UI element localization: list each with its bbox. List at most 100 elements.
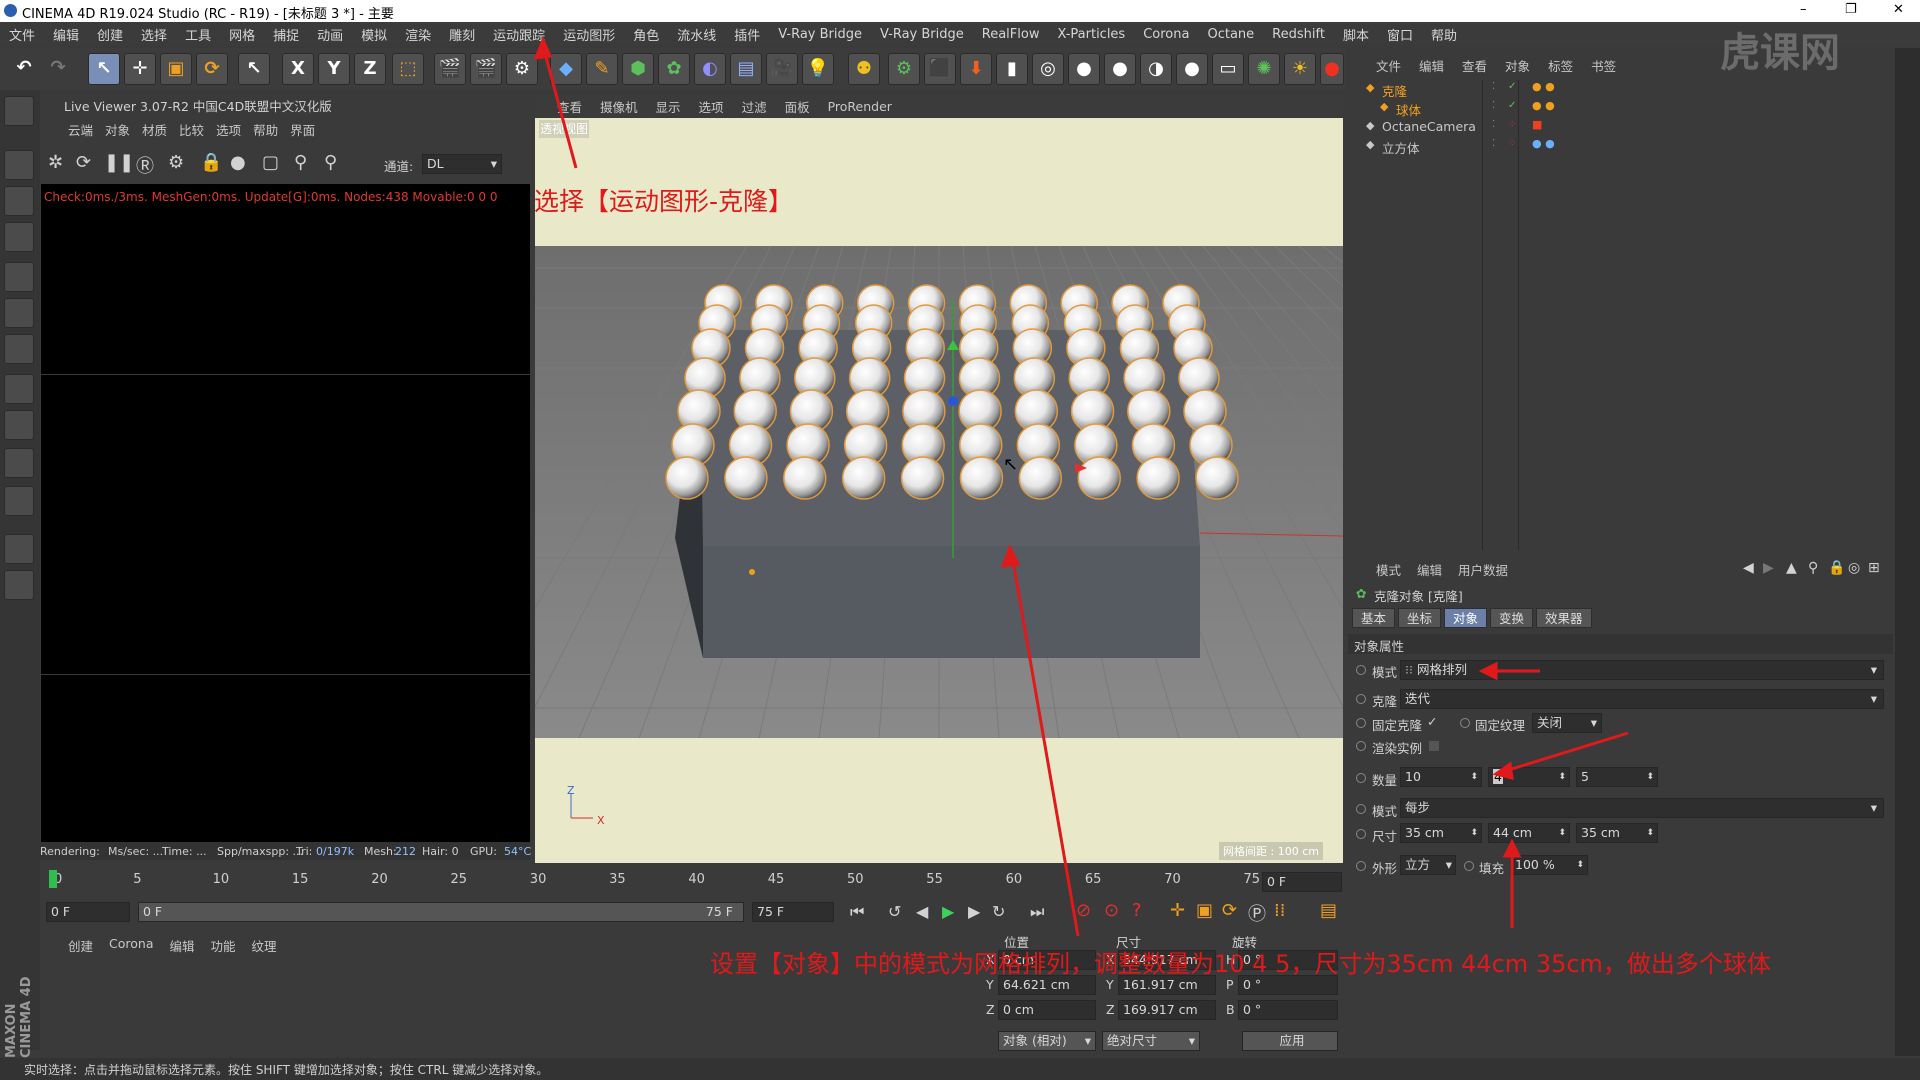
menu-item[interactable]: 插件 xyxy=(725,25,769,44)
model-mode-icon[interactable] xyxy=(4,150,34,180)
menu-item[interactable]: 流水线 xyxy=(668,25,725,44)
size-field[interactable]: 169.917 cm xyxy=(1118,1000,1216,1020)
menu-item[interactable]: 工具 xyxy=(176,25,220,44)
pen-spline-icon[interactable]: ✎ xyxy=(586,53,618,85)
viewport-menu-item[interactable]: ProRender xyxy=(828,99,892,114)
render-instance-checkbox[interactable] xyxy=(1429,741,1439,751)
lock-workplane-icon[interactable] xyxy=(4,570,34,600)
menu-item[interactable]: 编辑 xyxy=(44,25,88,44)
count-z-field[interactable]: 5 ⬍ xyxy=(1576,767,1658,787)
viewport-menu-item[interactable]: 显示 xyxy=(656,97,681,116)
pick-focus-icon[interactable]: ⚲ xyxy=(294,152,307,173)
tag-icon[interactable]: ● ● xyxy=(1532,137,1555,150)
count-radio[interactable] xyxy=(1356,773,1366,783)
new-panel-icon[interactable]: ⊞ xyxy=(1868,560,1880,576)
menu-item[interactable]: Octane xyxy=(1198,27,1263,42)
key-scale-icon[interactable]: ▣ xyxy=(1196,900,1213,921)
grid-snap-icon[interactable] xyxy=(4,534,34,564)
region-render-icon[interactable]: Ⓡ xyxy=(136,152,154,178)
menu-item[interactable]: 创建 xyxy=(88,25,132,44)
next-frame-icon[interactable]: ▶ xyxy=(968,902,980,921)
attribute-menu-item[interactable]: 编辑 xyxy=(1417,560,1442,579)
reset-icon[interactable]: ✲ xyxy=(48,152,63,173)
material-ball-icon[interactable]: ● xyxy=(230,152,246,173)
key-position-icon[interactable]: ✛ xyxy=(1170,900,1185,921)
points-mode-icon[interactable] xyxy=(4,262,34,292)
menu-item[interactable]: Corona xyxy=(1134,27,1198,42)
size-mode-select[interactable]: 绝对尺寸 ▾ xyxy=(1102,1031,1200,1051)
apply-button[interactable]: 应用 xyxy=(1242,1031,1338,1051)
snap-icon[interactable] xyxy=(4,448,34,478)
visibility-toggle-icon[interactable]: ⁚ xyxy=(1492,100,1495,111)
key-rotation-icon[interactable]: ⟳ xyxy=(1222,900,1237,921)
menu-item[interactable]: 捕捉 xyxy=(264,25,308,44)
menu-item[interactable]: RealFlow xyxy=(973,27,1049,42)
object-row[interactable]: ◆ OctaneCamera ⁚ ⁘ ■ xyxy=(1354,118,1874,137)
size-radio[interactable] xyxy=(1356,829,1366,839)
material-menu-item[interactable]: Corona xyxy=(109,936,153,955)
render-settings-icon[interactable]: ⚙ xyxy=(506,53,538,85)
visibility-toggle-icon[interactable]: ⁚ xyxy=(1492,119,1495,130)
tag-icon[interactable]: ■ xyxy=(1532,118,1542,131)
object-row[interactable]: ◆ 克隆 ⁚ ✓ ● ● xyxy=(1354,80,1874,99)
object-menu-item[interactable]: 标签 xyxy=(1548,56,1573,75)
size-x-field[interactable]: 35 cm ⬍ xyxy=(1400,823,1482,843)
menu-item[interactable]: 帮助 xyxy=(1422,25,1466,44)
auto-key-icon[interactable]: ⊙ xyxy=(1104,900,1119,921)
camera-icon[interactable]: 🎥 xyxy=(766,53,798,85)
material-sphere-1-icon[interactable]: ● xyxy=(1068,53,1100,85)
range-slider[interactable]: 0 F 75 F xyxy=(138,902,744,922)
tab-3[interactable]: 变换 xyxy=(1490,608,1534,628)
menu-item[interactable]: 运动图形 xyxy=(554,25,624,44)
enable-check-icon[interactable]: ✓ xyxy=(1508,100,1516,111)
live-viewer-menu-item[interactable]: 云端 xyxy=(68,120,93,140)
viewport-menu-item[interactable]: 查看 xyxy=(557,97,582,116)
texture-mode-icon[interactable] xyxy=(4,186,34,216)
mode2-select[interactable]: 每步 ▾ xyxy=(1400,798,1884,818)
rotate-tool-icon[interactable]: ⟳ xyxy=(196,53,228,85)
menu-item[interactable]: 文件 xyxy=(0,25,44,44)
object-menu-item[interactable]: 对象 xyxy=(1505,56,1530,75)
cube-primitive-icon[interactable]: ◆ xyxy=(550,53,582,85)
size-z-field[interactable]: 35 cm ⬍ xyxy=(1576,823,1658,843)
lock-icon[interactable]: 🔒 xyxy=(200,152,222,173)
search-icon[interactable]: ⚲ xyxy=(1808,560,1818,576)
position-field[interactable]: 0 cm xyxy=(998,1000,1096,1020)
menu-item[interactable]: 雕刻 xyxy=(440,25,484,44)
menu-item[interactable]: 角色 xyxy=(624,25,668,44)
y-axis-button[interactable]: Y xyxy=(318,53,350,85)
playhead[interactable] xyxy=(49,870,57,888)
record-icon[interactable]: ● xyxy=(1320,53,1344,85)
x-axis-button[interactable]: X xyxy=(282,53,314,85)
live-select-icon[interactable]: ↖ xyxy=(238,53,270,85)
menu-item[interactable]: 渲染 xyxy=(396,25,440,44)
fill-radio[interactable] xyxy=(1464,861,1474,871)
count-y-field[interactable]: 4 ⬍ xyxy=(1488,767,1570,787)
live-viewer-render-area[interactable]: Check:0ms./3ms. MeshGen:0ms. Update[G]:0… xyxy=(41,184,530,844)
frame-icon[interactable]: ▢ xyxy=(262,152,279,173)
floor-icon[interactable]: ▤ xyxy=(730,53,762,85)
lock-icon[interactable]: 🔒 xyxy=(1828,560,1845,576)
select-tool-icon[interactable]: ↖ xyxy=(88,53,120,85)
fix-texture-select[interactable]: 关闭 ▾ xyxy=(1532,713,1602,733)
timeline-settings-icon[interactable]: ▤ xyxy=(1320,900,1337,921)
viewport-menu-item[interactable]: 面板 xyxy=(785,97,810,116)
go-end-icon[interactable]: ⏭ xyxy=(1030,902,1044,922)
max-frame-field[interactable]: 75 F xyxy=(752,902,834,922)
material-menu-item[interactable]: 创建 xyxy=(68,936,93,955)
enable-check-icon[interactable]: ⁘ xyxy=(1508,119,1516,130)
render-view-icon[interactable]: 🎬 xyxy=(434,53,466,85)
material-menu-item[interactable]: 编辑 xyxy=(170,936,195,955)
minimize-button[interactable]: – xyxy=(1800,2,1807,17)
target-icon[interactable]: ◎ xyxy=(1848,560,1860,576)
visibility-toggle-icon[interactable]: ⁚ xyxy=(1492,138,1495,149)
menu-item[interactable]: 模拟 xyxy=(352,25,396,44)
menu-item[interactable]: 选择 xyxy=(132,25,176,44)
viewport-menu-item[interactable]: 摄像机 xyxy=(600,97,638,116)
clone-select[interactable]: 迭代 ▾ xyxy=(1400,689,1884,709)
material-menu-item[interactable]: 纹理 xyxy=(252,936,277,955)
object-menu-item[interactable]: 文件 xyxy=(1376,56,1401,75)
object-menu-item[interactable]: 编辑 xyxy=(1419,56,1444,75)
pick-material-icon[interactable]: ⚲ xyxy=(324,152,337,173)
scale-tool-icon[interactable]: ▣ xyxy=(160,53,192,85)
